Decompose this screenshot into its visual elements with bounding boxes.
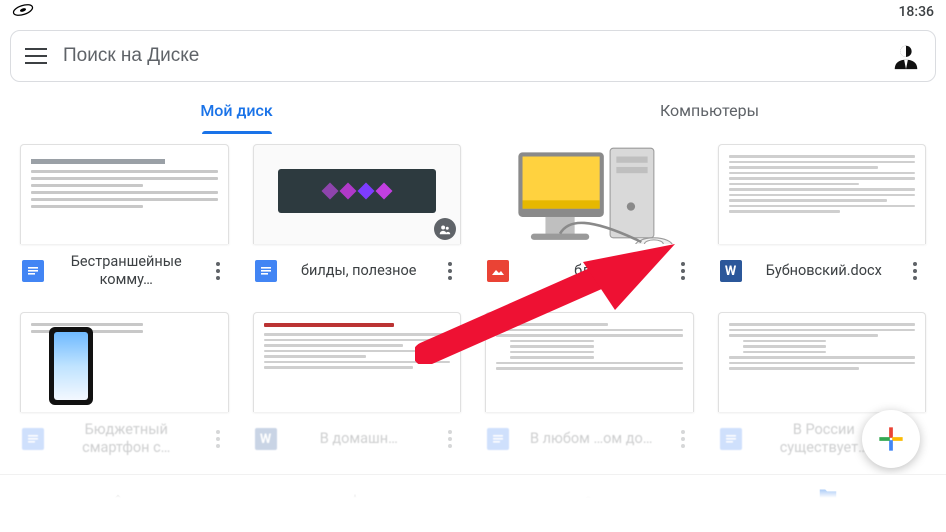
phone-illustration (49, 327, 93, 405)
folder-icon (817, 484, 839, 506)
file-card[interactable]: Бюджетный смартфон с… (20, 312, 229, 460)
search-input[interactable] (63, 45, 875, 67)
shared-icon (580, 493, 602, 515)
file-thumbnail (20, 312, 229, 412)
shared-badge-icon (434, 218, 456, 240)
nav-shared[interactable] (473, 475, 710, 532)
more-options-icon[interactable] (209, 262, 227, 280)
file-card[interactable]: В любом …ом до… (485, 312, 694, 460)
file-card[interactable]: билды, полезное (253, 144, 462, 292)
google-docs-icon (22, 428, 44, 450)
file-title: бло… (517, 262, 666, 280)
file-thumbnail (253, 144, 462, 244)
search-bar[interactable] (10, 30, 936, 82)
file-thumbnail (718, 312, 927, 412)
file-card[interactable]: бло… (485, 144, 694, 292)
google-docs-icon (22, 260, 44, 282)
file-title: В любом …ом до… (517, 430, 666, 448)
word-file-icon: W (255, 428, 277, 450)
tab-my-drive[interactable]: Мой диск (0, 86, 473, 134)
file-thumbnail (718, 144, 927, 244)
nav-starred[interactable] (237, 475, 474, 532)
account-avatar[interactable] (891, 41, 921, 71)
nav-files[interactable]: Файлы (710, 475, 946, 532)
more-options-icon[interactable] (674, 430, 692, 448)
nav-label: Файлы (807, 508, 848, 523)
file-thumbnail (253, 312, 462, 412)
more-options-icon[interactable] (209, 430, 227, 448)
file-title: В домашн… (285, 430, 434, 448)
word-file-icon: W (720, 260, 742, 282)
drive-tabs: Мой диск Компьютеры (0, 86, 946, 134)
file-title: билды, полезное (285, 262, 434, 280)
tab-computers[interactable]: Компьютеры (473, 86, 946, 134)
google-docs-icon (255, 260, 277, 282)
create-fab[interactable] (862, 410, 920, 468)
more-options-icon[interactable] (441, 262, 459, 280)
more-options-icon[interactable] (674, 262, 692, 280)
file-title: Бюджетный смартфон с… (52, 421, 201, 457)
home-icon (107, 493, 129, 515)
status-network-icon (12, 1, 34, 23)
file-thumbnail (20, 144, 229, 244)
plus-icon (877, 425, 905, 453)
status-bar: 18:36 (0, 0, 946, 24)
file-thumbnail (485, 312, 694, 412)
file-card[interactable]: W Бубновский.docx (718, 144, 927, 292)
file-title: Бестраншейные комму… (52, 253, 201, 289)
file-thumbnail (485, 144, 694, 244)
google-docs-icon (720, 428, 742, 450)
star-icon (344, 493, 366, 515)
more-options-icon[interactable] (906, 262, 924, 280)
menu-icon[interactable] (25, 48, 47, 64)
file-card[interactable]: W В домашн… (253, 312, 462, 460)
image-file-icon (487, 260, 509, 282)
bottom-nav: Файлы (0, 474, 946, 532)
more-options-icon[interactable] (441, 430, 459, 448)
google-docs-icon (487, 428, 509, 450)
file-card[interactable]: Бестраншейные комму… (20, 144, 229, 292)
file-title: Бубновский.docx (750, 262, 899, 280)
status-time: 18:36 (898, 4, 934, 20)
nav-home[interactable] (0, 475, 237, 532)
